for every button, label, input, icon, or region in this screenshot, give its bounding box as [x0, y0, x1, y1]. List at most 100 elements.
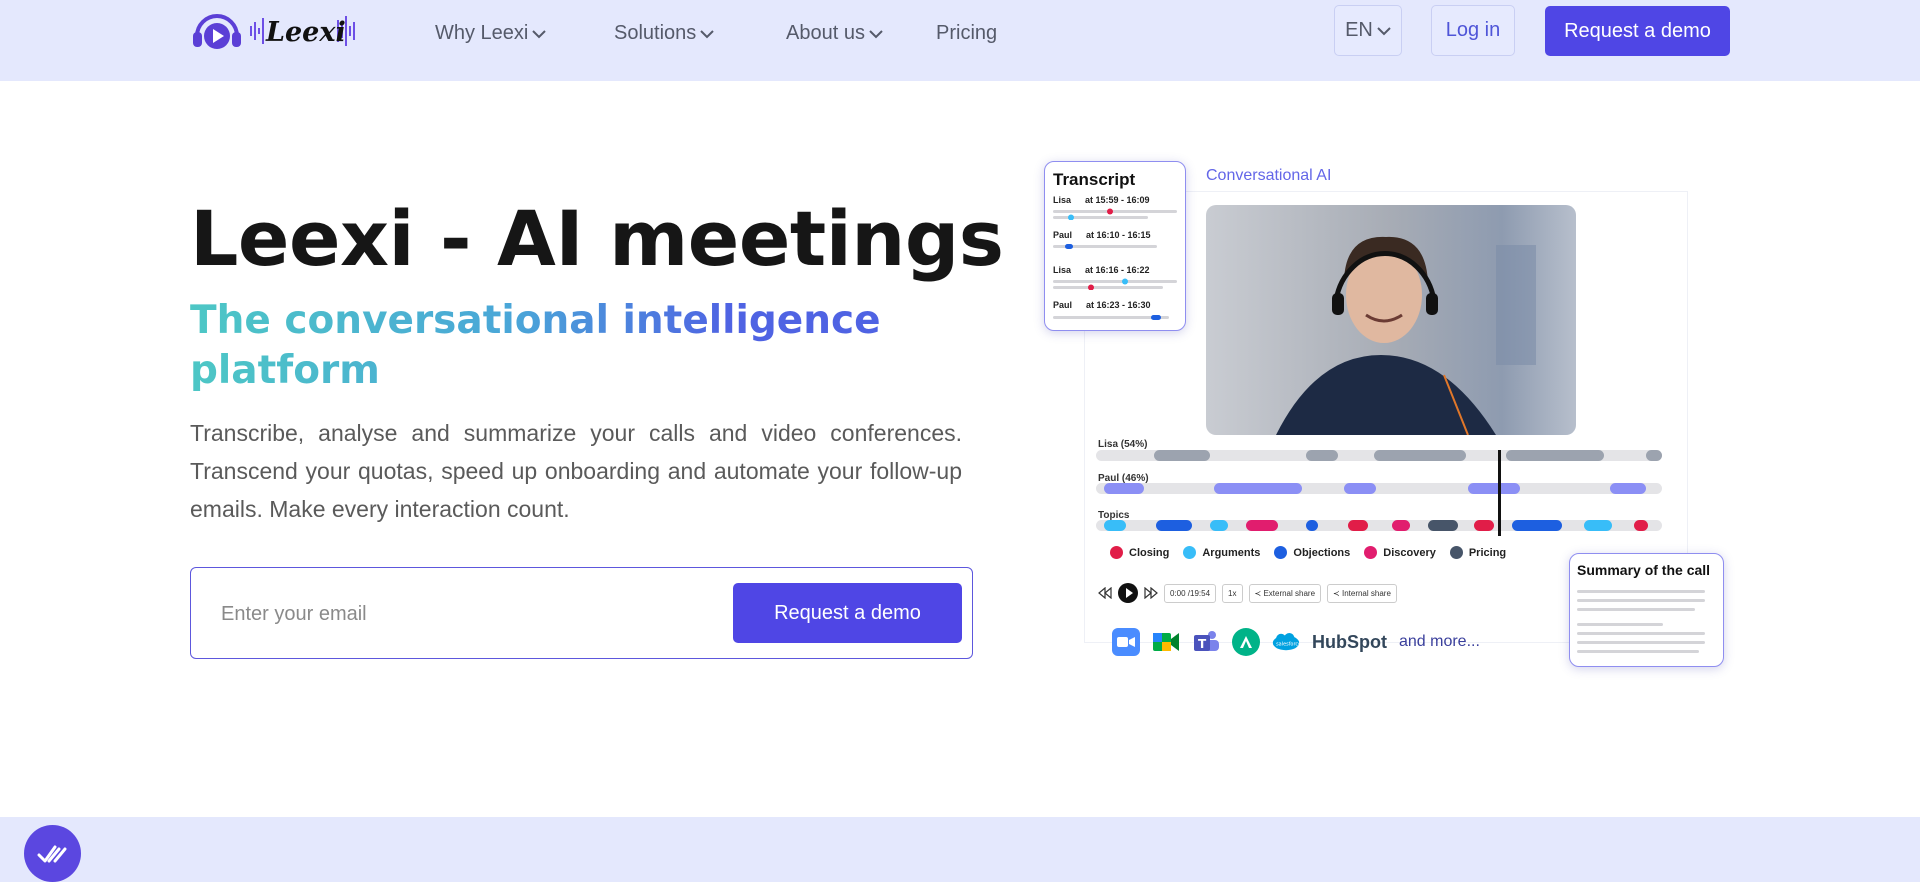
- chevron-down-icon: [869, 29, 883, 38]
- nav-pricing-label: Pricing: [936, 22, 998, 44]
- legend-item: Pricing: [1449, 546, 1507, 559]
- summary-line: [1577, 632, 1705, 635]
- hero-title: Leexi - AI meetings: [190, 194, 1004, 283]
- summary-line: [1577, 590, 1705, 593]
- hubspot-logo: HubSpot: [1312, 631, 1387, 652]
- leexi-logo[interactable]: Leexi: [190, 10, 360, 52]
- chat-widget-button[interactable]: [24, 825, 81, 882]
- player-controls: 0:00 /19:54 1x ≺ External share ≺ Intern…: [1098, 583, 1397, 603]
- transcript-bars: [1053, 278, 1177, 291]
- internal-share-label: Internal share: [1341, 588, 1391, 598]
- transcript-time: at 15:59 - 16:09: [1085, 195, 1150, 205]
- summary-line: [1577, 623, 1663, 626]
- legend-label: Pricing: [1468, 546, 1507, 559]
- legend-dot: [1110, 546, 1123, 559]
- rewind-icon[interactable]: [1098, 587, 1112, 599]
- playback-speed[interactable]: 1x: [1222, 583, 1243, 603]
- login-button[interactable]: Log in: [1431, 5, 1515, 56]
- summary-line: [1577, 641, 1705, 644]
- external-share-label: External share: [1263, 588, 1316, 598]
- teams-icon: T: [1192, 628, 1220, 656]
- legend-dot: [1274, 546, 1288, 559]
- google-meet-icon: [1152, 628, 1180, 656]
- video-call-image: [1206, 205, 1576, 435]
- headphones-play-icon: [193, 14, 241, 49]
- nav-why-leexi-label: Why Leexi: [435, 22, 529, 44]
- svg-text:T: T: [1198, 637, 1207, 651]
- legend-label: Arguments: [1202, 546, 1261, 559]
- transcript-speaker: Lisa: [1053, 195, 1072, 205]
- legend-dot: [1364, 546, 1378, 559]
- summary-line: [1577, 599, 1705, 602]
- email-input[interactable]: [221, 596, 671, 632]
- nav-about-us-label: About us: [786, 22, 865, 44]
- transcript-card: Transcript Lisa at 15:59 - 16:09 Paul at…: [1044, 161, 1186, 331]
- zoom-icon: [1112, 628, 1140, 656]
- transcript-bars: [1053, 208, 1177, 221]
- aircall-icon: [1232, 628, 1260, 656]
- transcript-row: Paul at 16:10 - 16:15: [1053, 230, 1177, 240]
- double-check-icon: [37, 845, 66, 862]
- hero-subtitle: The conversational intelligence platform: [190, 296, 910, 396]
- next-section-band: [0, 817, 1920, 882]
- site-header: Leexi Why Leexi Solutions About us Prici…: [0, 0, 1920, 81]
- transcript-time: at 16:23 - 16:30: [1086, 300, 1151, 310]
- chevron-down-icon: [532, 29, 547, 38]
- video-frame: [1206, 205, 1576, 435]
- transcript-bars: [1053, 244, 1157, 249]
- chevron-down-icon: [1377, 26, 1391, 35]
- leexi-wordmark: Leexi: [250, 16, 355, 48]
- svg-text:salesforce: salesforce: [1276, 641, 1300, 647]
- legend-label: Closing: [1129, 546, 1170, 559]
- legend-item: Objections: [1274, 546, 1350, 559]
- transcript-speaker: Paul: [1053, 230, 1073, 240]
- share-icon: ≺: [1333, 588, 1342, 598]
- nav-about-us[interactable]: About us: [786, 22, 883, 45]
- transcript-speaker: Paul: [1053, 300, 1073, 310]
- speaker-track-label: Lisa (54%): [1098, 439, 1148, 450]
- product-illustration: Conversational AI Transcript Lisa at 15:…: [1040, 155, 1730, 670]
- legend-dot: [1183, 546, 1197, 559]
- nav-pricing[interactable]: Pricing: [936, 22, 997, 45]
- legend-item: Arguments: [1183, 546, 1260, 559]
- transcript-time: at 16:16 - 16:22: [1085, 265, 1150, 275]
- fast-forward-icon[interactable]: [1144, 587, 1158, 599]
- request-demo-form-button[interactable]: Request a demo: [733, 583, 962, 643]
- svg-text:Leexi: Leexi: [265, 17, 346, 48]
- summary-title: Summary of the call: [1577, 562, 1711, 578]
- legend-item: Discovery: [1364, 546, 1436, 559]
- transcript-speaker: Lisa: [1053, 265, 1072, 275]
- legend-label: Discovery: [1383, 546, 1436, 559]
- hero-description: Transcribe, analyse and summarize your c…: [190, 420, 962, 522]
- nav-solutions-label: Solutions: [614, 22, 697, 44]
- play-icon[interactable]: [1118, 583, 1138, 603]
- legend-label: Objections: [1293, 546, 1351, 559]
- transcript-row: Lisa at 16:16 - 16:22: [1053, 265, 1177, 275]
- language-selector[interactable]: EN: [1334, 5, 1402, 56]
- nav-why-leexi[interactable]: Why Leexi: [435, 22, 547, 45]
- language-label: EN: [1345, 19, 1373, 41]
- playback-time: 0:00 /19:54: [1164, 583, 1217, 603]
- transcript-row: Paul at 16:23 - 16:30: [1053, 300, 1177, 310]
- summary-line: [1577, 650, 1699, 653]
- request-demo-header-button[interactable]: Request a demo: [1545, 6, 1730, 56]
- chevron-down-icon: [700, 29, 714, 38]
- transcript-title: Transcript: [1053, 170, 1136, 189]
- legend-item: Closing: [1110, 546, 1169, 559]
- panel-label: Conversational AI: [1206, 167, 1332, 184]
- legend-dot: [1449, 546, 1463, 559]
- salesforce-icon: salesforce: [1272, 628, 1300, 656]
- call-summary-card: Summary of the call: [1569, 553, 1724, 667]
- transcript-row: Lisa at 15:59 - 16:09: [1053, 195, 1177, 205]
- transcript-bars: [1053, 315, 1169, 320]
- external-share-button[interactable]: ≺ External share: [1248, 583, 1322, 603]
- topics-legend: Closing Arguments Objections Discovery P…: [1110, 546, 1506, 559]
- nav-solutions[interactable]: Solutions: [614, 22, 714, 45]
- integrations-more: and more...: [1398, 633, 1480, 650]
- internal-share-button[interactable]: ≺ Internal share: [1327, 583, 1397, 603]
- summary-line: [1577, 608, 1695, 611]
- demo-request-form: Request a demo: [190, 567, 973, 659]
- speaker-timeline[interactable]: [1096, 450, 1666, 540]
- integrations-row: T salesforce HubSpot and more...: [1112, 628, 1480, 656]
- transcript-time: at 16:10 - 16:15: [1086, 230, 1151, 240]
